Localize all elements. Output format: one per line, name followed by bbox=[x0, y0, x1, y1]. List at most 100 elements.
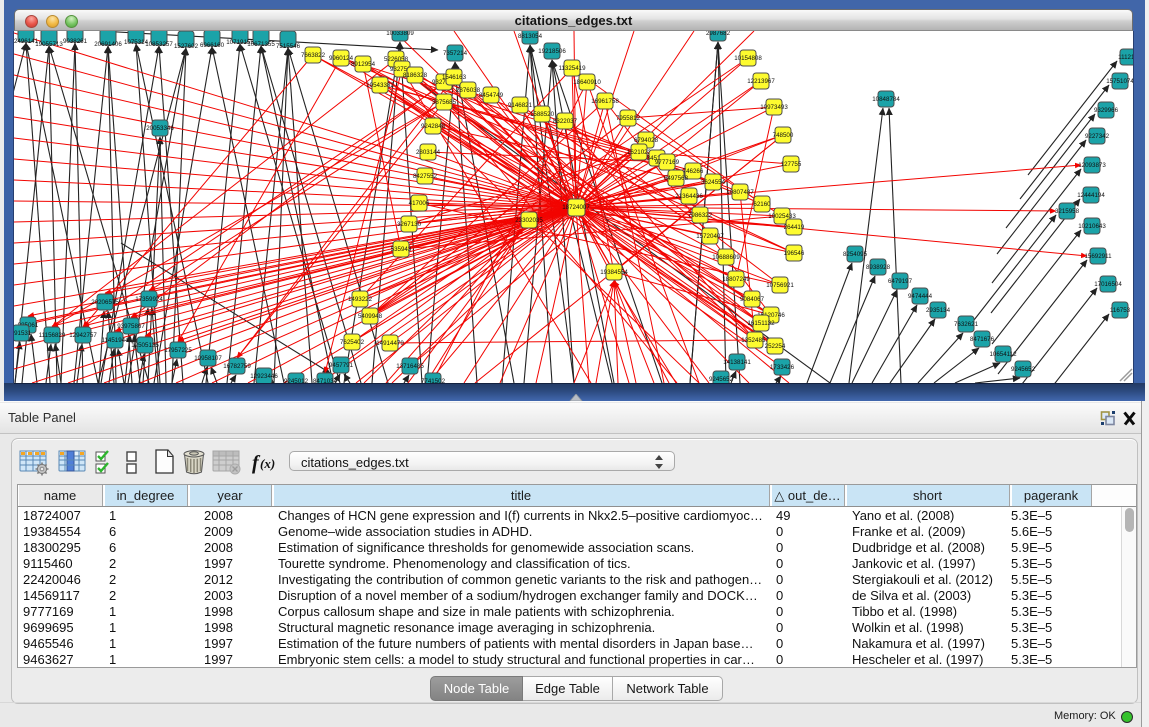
svg-text:391531: 391531 bbox=[14, 330, 32, 337]
svg-text:10654112: 10654112 bbox=[989, 351, 1017, 358]
svg-text:3215958: 3215958 bbox=[1055, 208, 1080, 215]
svg-text:16961758: 16961758 bbox=[591, 98, 619, 105]
svg-text:12444194: 12444194 bbox=[1077, 192, 1105, 199]
svg-text:15720407: 15720407 bbox=[696, 233, 724, 240]
svg-text:10210643: 10210643 bbox=[1078, 223, 1106, 230]
svg-text:12505135: 12505135 bbox=[131, 342, 159, 349]
svg-text:116753: 116753 bbox=[1110, 307, 1131, 314]
svg-text:9245652: 9245652 bbox=[709, 376, 734, 383]
svg-text:10756921: 10756921 bbox=[766, 282, 794, 289]
svg-text:196546: 196546 bbox=[784, 250, 805, 257]
svg-text:5409948: 5409948 bbox=[358, 313, 383, 320]
svg-text:8813054: 8813054 bbox=[518, 33, 543, 40]
svg-text:9242848: 9242848 bbox=[421, 123, 446, 130]
svg-text:18807249: 18807249 bbox=[722, 276, 750, 283]
svg-text:10671355: 10671355 bbox=[247, 41, 275, 48]
svg-text:1733426: 1733426 bbox=[770, 364, 795, 371]
svg-text:20691406: 20691406 bbox=[94, 41, 122, 48]
svg-text:7741502: 7741502 bbox=[421, 378, 446, 383]
svg-text:16782759: 16782759 bbox=[223, 363, 251, 370]
svg-text:10543382: 10543382 bbox=[366, 82, 394, 89]
svg-text:9245652: 9245652 bbox=[1011, 366, 1036, 373]
svg-text:9038261: 9038261 bbox=[63, 38, 88, 45]
svg-text:111216: 111216 bbox=[1118, 54, 1133, 61]
svg-text:7632621: 7632621 bbox=[954, 321, 979, 328]
svg-text:19055713: 19055713 bbox=[35, 41, 63, 48]
svg-text:11156829: 11156829 bbox=[39, 332, 66, 339]
svg-text:18640910: 18640910 bbox=[573, 79, 601, 86]
svg-text:1588520: 1588520 bbox=[530, 111, 555, 118]
svg-text:9474444: 9474444 bbox=[908, 293, 933, 300]
svg-text:3624554: 3624554 bbox=[701, 179, 726, 186]
svg-text:19218506: 19218506 bbox=[538, 48, 566, 55]
svg-text:748500: 748500 bbox=[773, 132, 794, 139]
svg-text:6966160: 6966160 bbox=[200, 42, 225, 49]
svg-text:1527602: 1527602 bbox=[174, 43, 199, 50]
svg-text:9084067: 9084067 bbox=[740, 296, 765, 303]
svg-text:17016504: 17016504 bbox=[1094, 281, 1122, 288]
svg-text:13716485: 13716485 bbox=[396, 363, 424, 370]
svg-text:9777169: 9777169 bbox=[655, 159, 680, 166]
svg-text:7663822: 7663822 bbox=[301, 52, 326, 59]
svg-text:8254095: 8254095 bbox=[843, 251, 868, 258]
svg-text:10154808: 10154808 bbox=[734, 55, 762, 62]
svg-text:8454749: 8454749 bbox=[479, 92, 504, 99]
svg-text:3875685: 3875685 bbox=[432, 99, 457, 106]
svg-text:1546163: 1546163 bbox=[442, 74, 467, 81]
svg-text:12923446: 12923446 bbox=[250, 373, 278, 380]
svg-text:3267130: 3267130 bbox=[397, 221, 422, 228]
svg-text:14138141: 14138141 bbox=[723, 359, 751, 366]
svg-text:9245012: 9245012 bbox=[284, 378, 309, 383]
svg-text:8427552: 8427552 bbox=[413, 173, 438, 180]
svg-text:7625402: 7625402 bbox=[340, 339, 365, 346]
svg-text:6794028: 6794028 bbox=[634, 137, 659, 144]
svg-text:10973493: 10973493 bbox=[760, 104, 788, 111]
svg-text:12213967: 12213967 bbox=[747, 78, 775, 85]
svg-text:2935134: 2935134 bbox=[926, 307, 951, 314]
svg-text:10807487: 10807487 bbox=[726, 189, 754, 196]
svg-text:8471034: 8471034 bbox=[313, 378, 338, 383]
svg-text:9329966: 9329966 bbox=[1094, 107, 1119, 114]
svg-text:127755: 127755 bbox=[781, 161, 802, 168]
svg-text:1493222: 1493222 bbox=[348, 296, 373, 303]
svg-text:62160: 62160 bbox=[753, 201, 771, 208]
svg-text:7986322: 7986322 bbox=[688, 212, 713, 219]
svg-text:14914479: 14914479 bbox=[376, 340, 404, 347]
svg-text:10688609: 10688609 bbox=[712, 254, 740, 261]
svg-text:23302035: 23302035 bbox=[515, 217, 543, 224]
svg-text:7515546: 7515546 bbox=[276, 43, 301, 50]
svg-text:21364436: 21364436 bbox=[675, 193, 703, 200]
svg-text:(x): (x) bbox=[260, 456, 275, 471]
svg-text:2876038: 2876038 bbox=[456, 87, 481, 94]
svg-text:20053346: 20053346 bbox=[146, 125, 174, 132]
svg-text:2987682: 2987682 bbox=[706, 31, 731, 37]
svg-text:8186328: 8186328 bbox=[403, 72, 428, 79]
svg-text:417006: 417006 bbox=[409, 200, 430, 207]
svg-text:10033809: 10033809 bbox=[386, 31, 414, 37]
svg-text:8471676: 8471676 bbox=[970, 336, 995, 343]
svg-text:535943: 535943 bbox=[391, 246, 412, 253]
svg-text:264419: 264419 bbox=[784, 224, 805, 231]
svg-text:6479197: 6479197 bbox=[888, 278, 913, 285]
svg-text:9227342: 9227342 bbox=[1085, 133, 1110, 140]
svg-text:20206575: 20206575 bbox=[91, 299, 119, 306]
svg-text:9457791: 9457791 bbox=[329, 362, 354, 369]
svg-text:7955812: 7955812 bbox=[616, 115, 641, 122]
svg-text:12942757: 12942757 bbox=[69, 332, 97, 339]
svg-text:9146821: 9146821 bbox=[508, 102, 533, 109]
svg-text:10853257: 10853257 bbox=[145, 41, 173, 48]
svg-text:15692911: 15692911 bbox=[1084, 253, 1112, 260]
svg-text:6497568: 6497568 bbox=[664, 175, 689, 182]
svg-text:746266: 746266 bbox=[683, 168, 704, 175]
svg-text:12093873: 12093873 bbox=[1078, 162, 1106, 169]
svg-text:252254: 252254 bbox=[765, 343, 786, 350]
svg-text:15751074: 15751074 bbox=[1106, 78, 1133, 85]
svg-text:17359924: 17359924 bbox=[135, 296, 163, 303]
svg-text:17957225: 17957225 bbox=[164, 347, 192, 354]
svg-text:19384554: 19384554 bbox=[600, 269, 628, 276]
svg-text:10848784: 10848784 bbox=[872, 96, 900, 103]
svg-text:8938928: 8938928 bbox=[866, 264, 891, 271]
svg-text:2803144: 2803144 bbox=[416, 149, 441, 156]
svg-text:16151132: 16151132 bbox=[747, 320, 775, 327]
svg-text:11451944: 11451944 bbox=[101, 337, 129, 344]
